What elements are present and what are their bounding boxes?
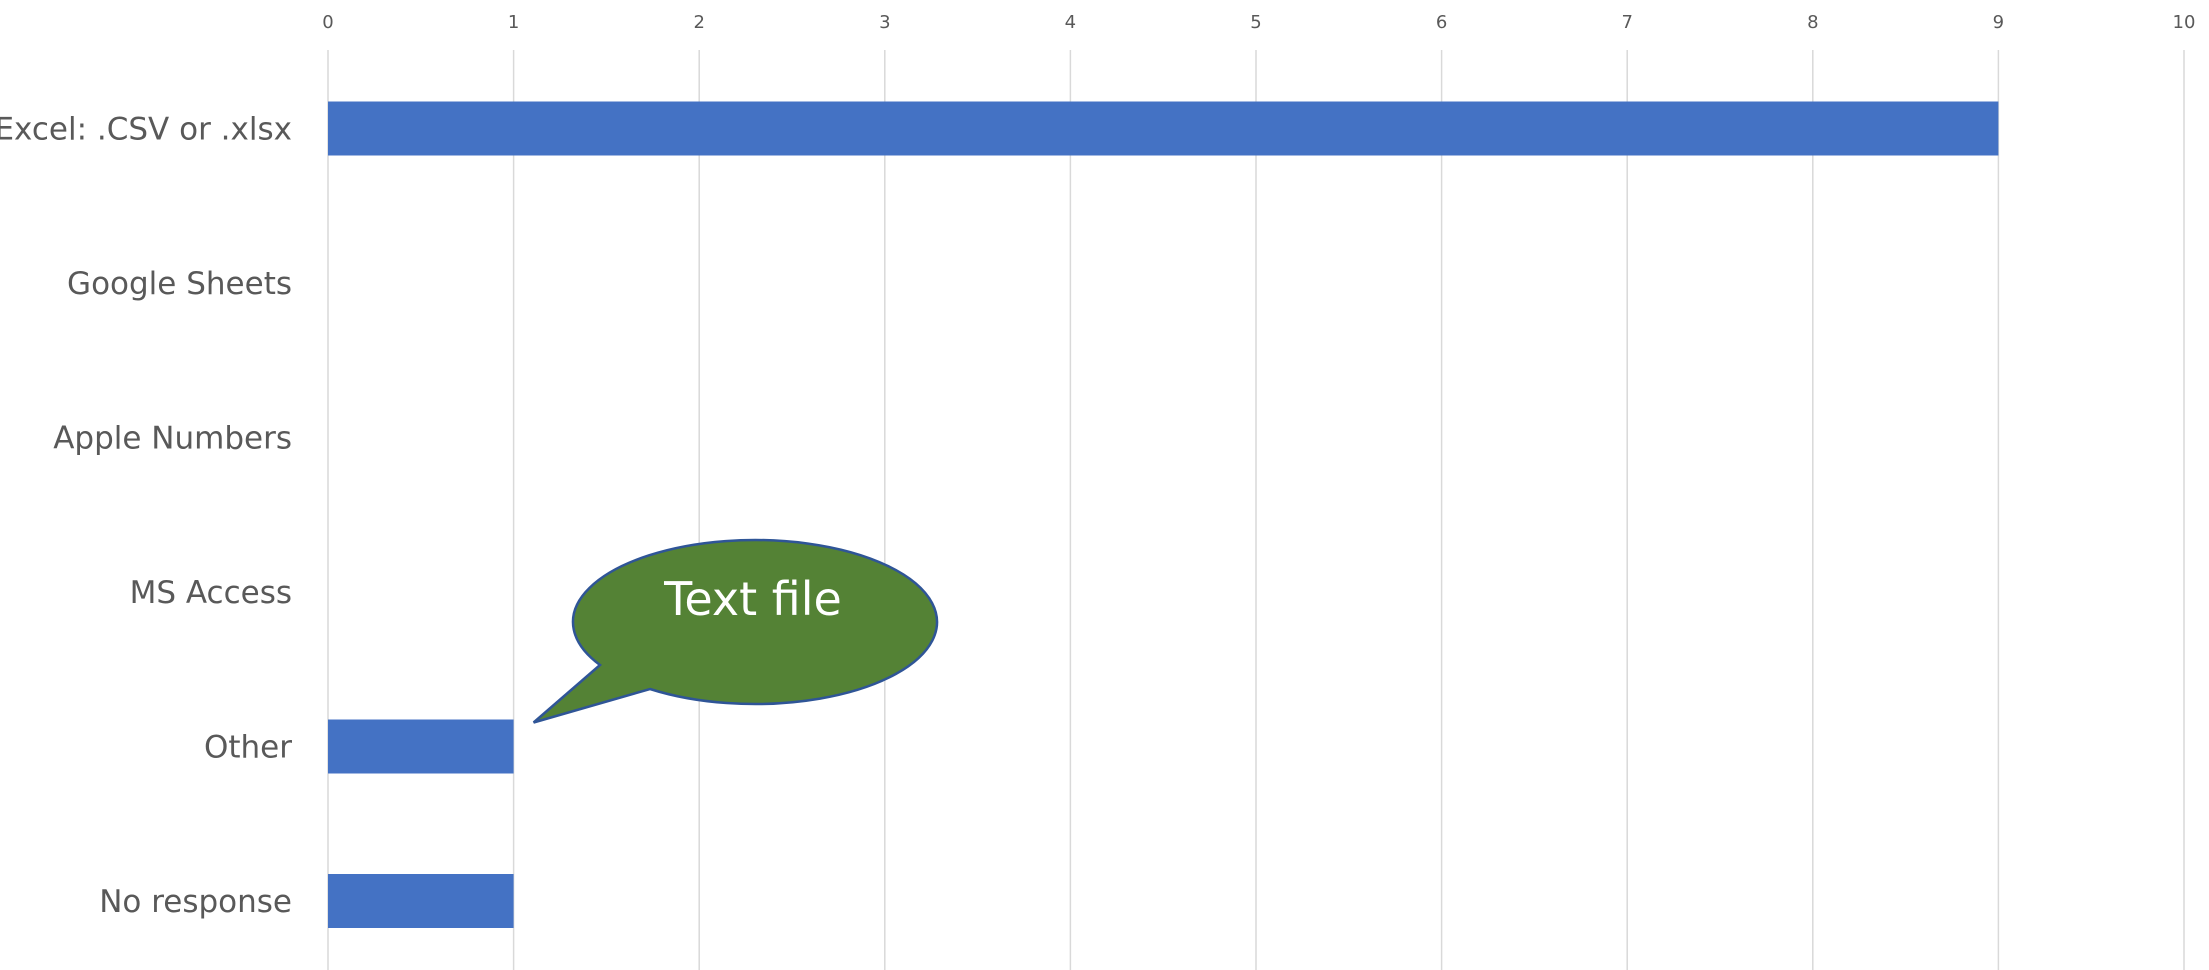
x-tick-label: 10 xyxy=(2173,12,2196,33)
x-tick-label: 5 xyxy=(1250,12,1261,33)
callout-text: Text file xyxy=(663,572,842,626)
x-tick-label: 3 xyxy=(879,12,890,33)
bar xyxy=(328,874,514,928)
x-tick-label: 0 xyxy=(322,12,333,33)
category-label: Other xyxy=(204,730,292,766)
bar xyxy=(328,719,514,774)
category-label: MS Access xyxy=(130,575,292,611)
x-tick-label: 8 xyxy=(1807,12,1818,33)
category-label: Apple Numbers xyxy=(53,421,292,457)
annotations: Text file xyxy=(532,538,939,724)
category-label: Google Sheets xyxy=(67,266,292,302)
x-tick-label: 6 xyxy=(1436,12,1447,33)
category-label: No response xyxy=(99,884,292,920)
text-callout: Text file xyxy=(532,538,939,724)
x-tick-label: 4 xyxy=(1065,12,1076,33)
category-label: Excel: .CSV or .xlsx xyxy=(0,112,292,148)
x-tick-label: 7 xyxy=(1621,12,1632,33)
bars xyxy=(328,101,1999,928)
bar-chart: 0 1 2 3 4 5 6 7 8 9 10 Excel: .CSV or .xlsx Google … xyxy=(0,12,2195,970)
x-tick-label: 9 xyxy=(1993,12,2004,33)
gridlines xyxy=(327,50,2185,970)
x-tick-label: 2 xyxy=(693,12,704,33)
bar xyxy=(328,101,1999,156)
category-labels: Excel: .CSV or .xlsx Google Sheets Apple N… xyxy=(0,112,292,921)
x-axis-tick-labels: 0 1 2 3 4 5 6 7 8 9 10 xyxy=(322,12,2195,33)
x-tick-label: 1 xyxy=(508,12,519,33)
callout-bubble xyxy=(532,538,939,724)
